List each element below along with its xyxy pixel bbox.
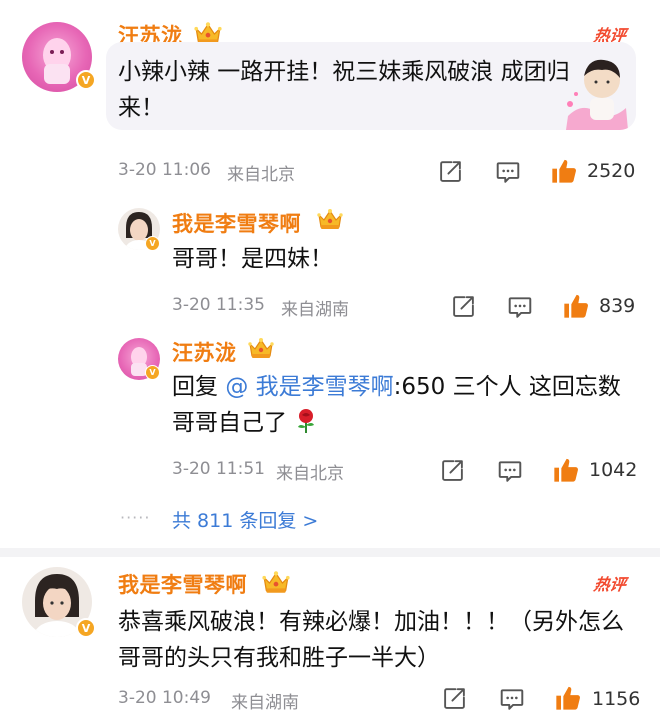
verified-icon: V (145, 236, 160, 251)
like-icon[interactable] (562, 292, 590, 320)
username[interactable]: 我是李雪琴啊 (118, 569, 247, 599)
comment-time: 3-20 10:49 (118, 688, 211, 708)
share-icon[interactable] (440, 458, 465, 483)
username[interactable]: 我是李雪琴啊 (172, 208, 301, 238)
like-icon[interactable] (550, 157, 578, 185)
reply-time: 3-20 11:35 (172, 295, 265, 315)
share-icon[interactable] (438, 159, 463, 184)
rose-emoji-icon (298, 409, 315, 433)
like-count: 1042 (589, 459, 638, 481)
comment-text: 小辣小辣 一路开挂！祝三妹乘风破浪 成团归来！ (118, 59, 570, 121)
reply-location: 来自湖南 (281, 300, 349, 320)
comment-bubble: 小辣小辣 一路开挂！祝三妹乘风破浪 成团归来！ (106, 42, 636, 130)
crown-icon (316, 207, 344, 231)
crown-icon (247, 336, 275, 360)
reply-text: 哥哥！是四妹！ (172, 246, 333, 272)
comment-icon[interactable] (499, 686, 525, 712)
bubble-sticker (566, 59, 628, 130)
like-icon[interactable] (552, 456, 580, 484)
dots-separator: ····· (120, 508, 151, 527)
comment-location: 来自北京 (227, 165, 295, 185)
comment-text: 恭喜乘风破浪！有辣必爆！加油！！！（另外怎么哥哥的头只有我和胜子一半大） (118, 609, 624, 671)
reply-prefix: 回复 (172, 374, 218, 400)
comment-icon[interactable] (495, 159, 521, 185)
reply-time: 3-20 11:51 (172, 459, 265, 479)
verified-icon: V (145, 365, 160, 380)
comment-divider (0, 548, 660, 557)
share-icon[interactable] (442, 686, 467, 711)
reply-text: 回复 @ 我是李雪琴啊:650 三个人 这回忘数哥哥自己了 (172, 369, 632, 441)
comment-location: 来自湖南 (231, 693, 299, 713)
mention-link[interactable]: @ 我是李雪琴啊 (225, 374, 393, 400)
like-count: 1156 (592, 688, 641, 710)
username[interactable]: 汪苏泷 (172, 337, 237, 367)
like-count: 2520 (587, 160, 636, 182)
like-icon[interactable] (554, 684, 582, 712)
comment-icon[interactable] (507, 294, 533, 320)
verified-icon: V (76, 618, 96, 638)
crown-icon (261, 569, 291, 595)
view-more-replies-link[interactable]: 共 811 条回复 > (172, 506, 318, 533)
share-icon[interactable] (451, 294, 476, 319)
hot-comment-badge: 热评 (592, 575, 628, 594)
verified-icon: V (76, 70, 96, 90)
reply-location: 来自北京 (276, 464, 344, 484)
comment-icon[interactable] (497, 458, 523, 484)
like-count: 839 (599, 295, 636, 317)
comment-time: 3-20 11:06 (118, 160, 211, 180)
